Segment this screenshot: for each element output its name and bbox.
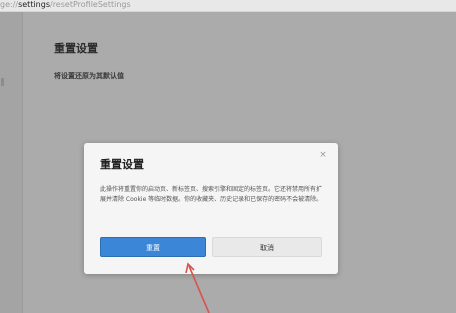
browser-window: ge://settings/resetProfileSettings 重置设置 … (0, 0, 456, 313)
annotation-arrow-icon (185, 262, 210, 313)
